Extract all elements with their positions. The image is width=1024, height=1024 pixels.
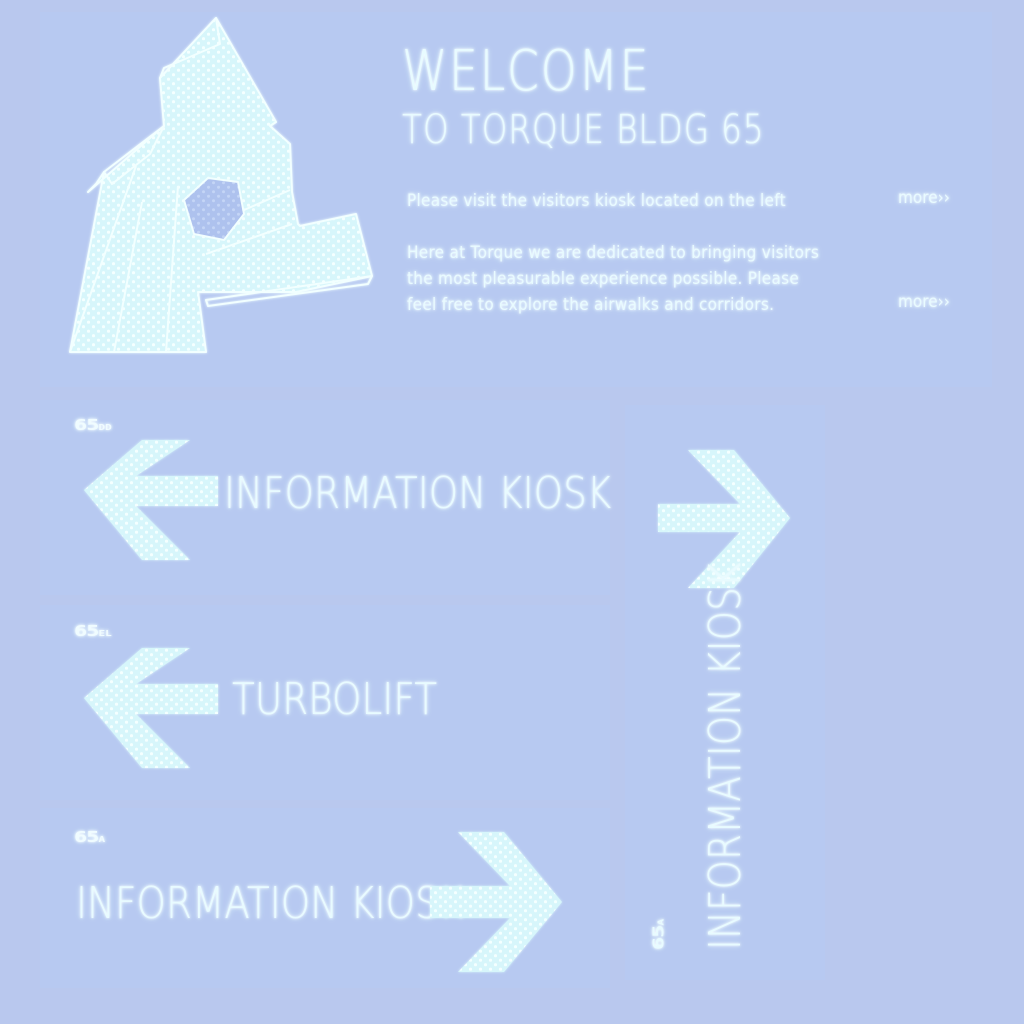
page-subtitle: TO TORQUE BLDG 65	[402, 107, 765, 153]
sign-code-information-kiosk-left: 65DD	[74, 416, 112, 435]
sign-label-information-kiosk-vertical: INFORMATION KIOSK	[700, 562, 751, 950]
intro-kiosk-text: Please visit the visitors kiosk located …	[407, 191, 786, 211]
more-link-welcome[interactable]: more››	[898, 292, 950, 312]
arrow-right-icon	[430, 832, 562, 972]
page-title: WELCOME	[402, 39, 651, 104]
intro-welcome-line-2: the most pleasurable experience possible…	[407, 269, 800, 289]
sign-label-information-kiosk-right: INFORMATION KIOSK	[76, 878, 464, 929]
intro-welcome-line-3: feel free to explore the airwalks and co…	[407, 295, 775, 315]
arrow-left-icon	[84, 440, 218, 560]
sign-code-information-kiosk-right: 65A	[74, 828, 106, 847]
intro-welcome-line-1: Here at Torque we are dedicated to bring…	[407, 243, 820, 263]
sign-label-information-kiosk-left: INFORMATION KIOSK	[224, 468, 612, 519]
sign-label-turbolift: TURBOLIFT	[232, 674, 438, 725]
sign-code-turbolift: 65EL	[74, 622, 112, 641]
arrow-left-icon	[84, 648, 218, 768]
more-link-kiosk[interactable]: more››	[898, 188, 950, 208]
torque-building-logo-icon	[69, 17, 373, 353]
sign-code-information-kiosk-vertical: 65A	[650, 919, 668, 950]
